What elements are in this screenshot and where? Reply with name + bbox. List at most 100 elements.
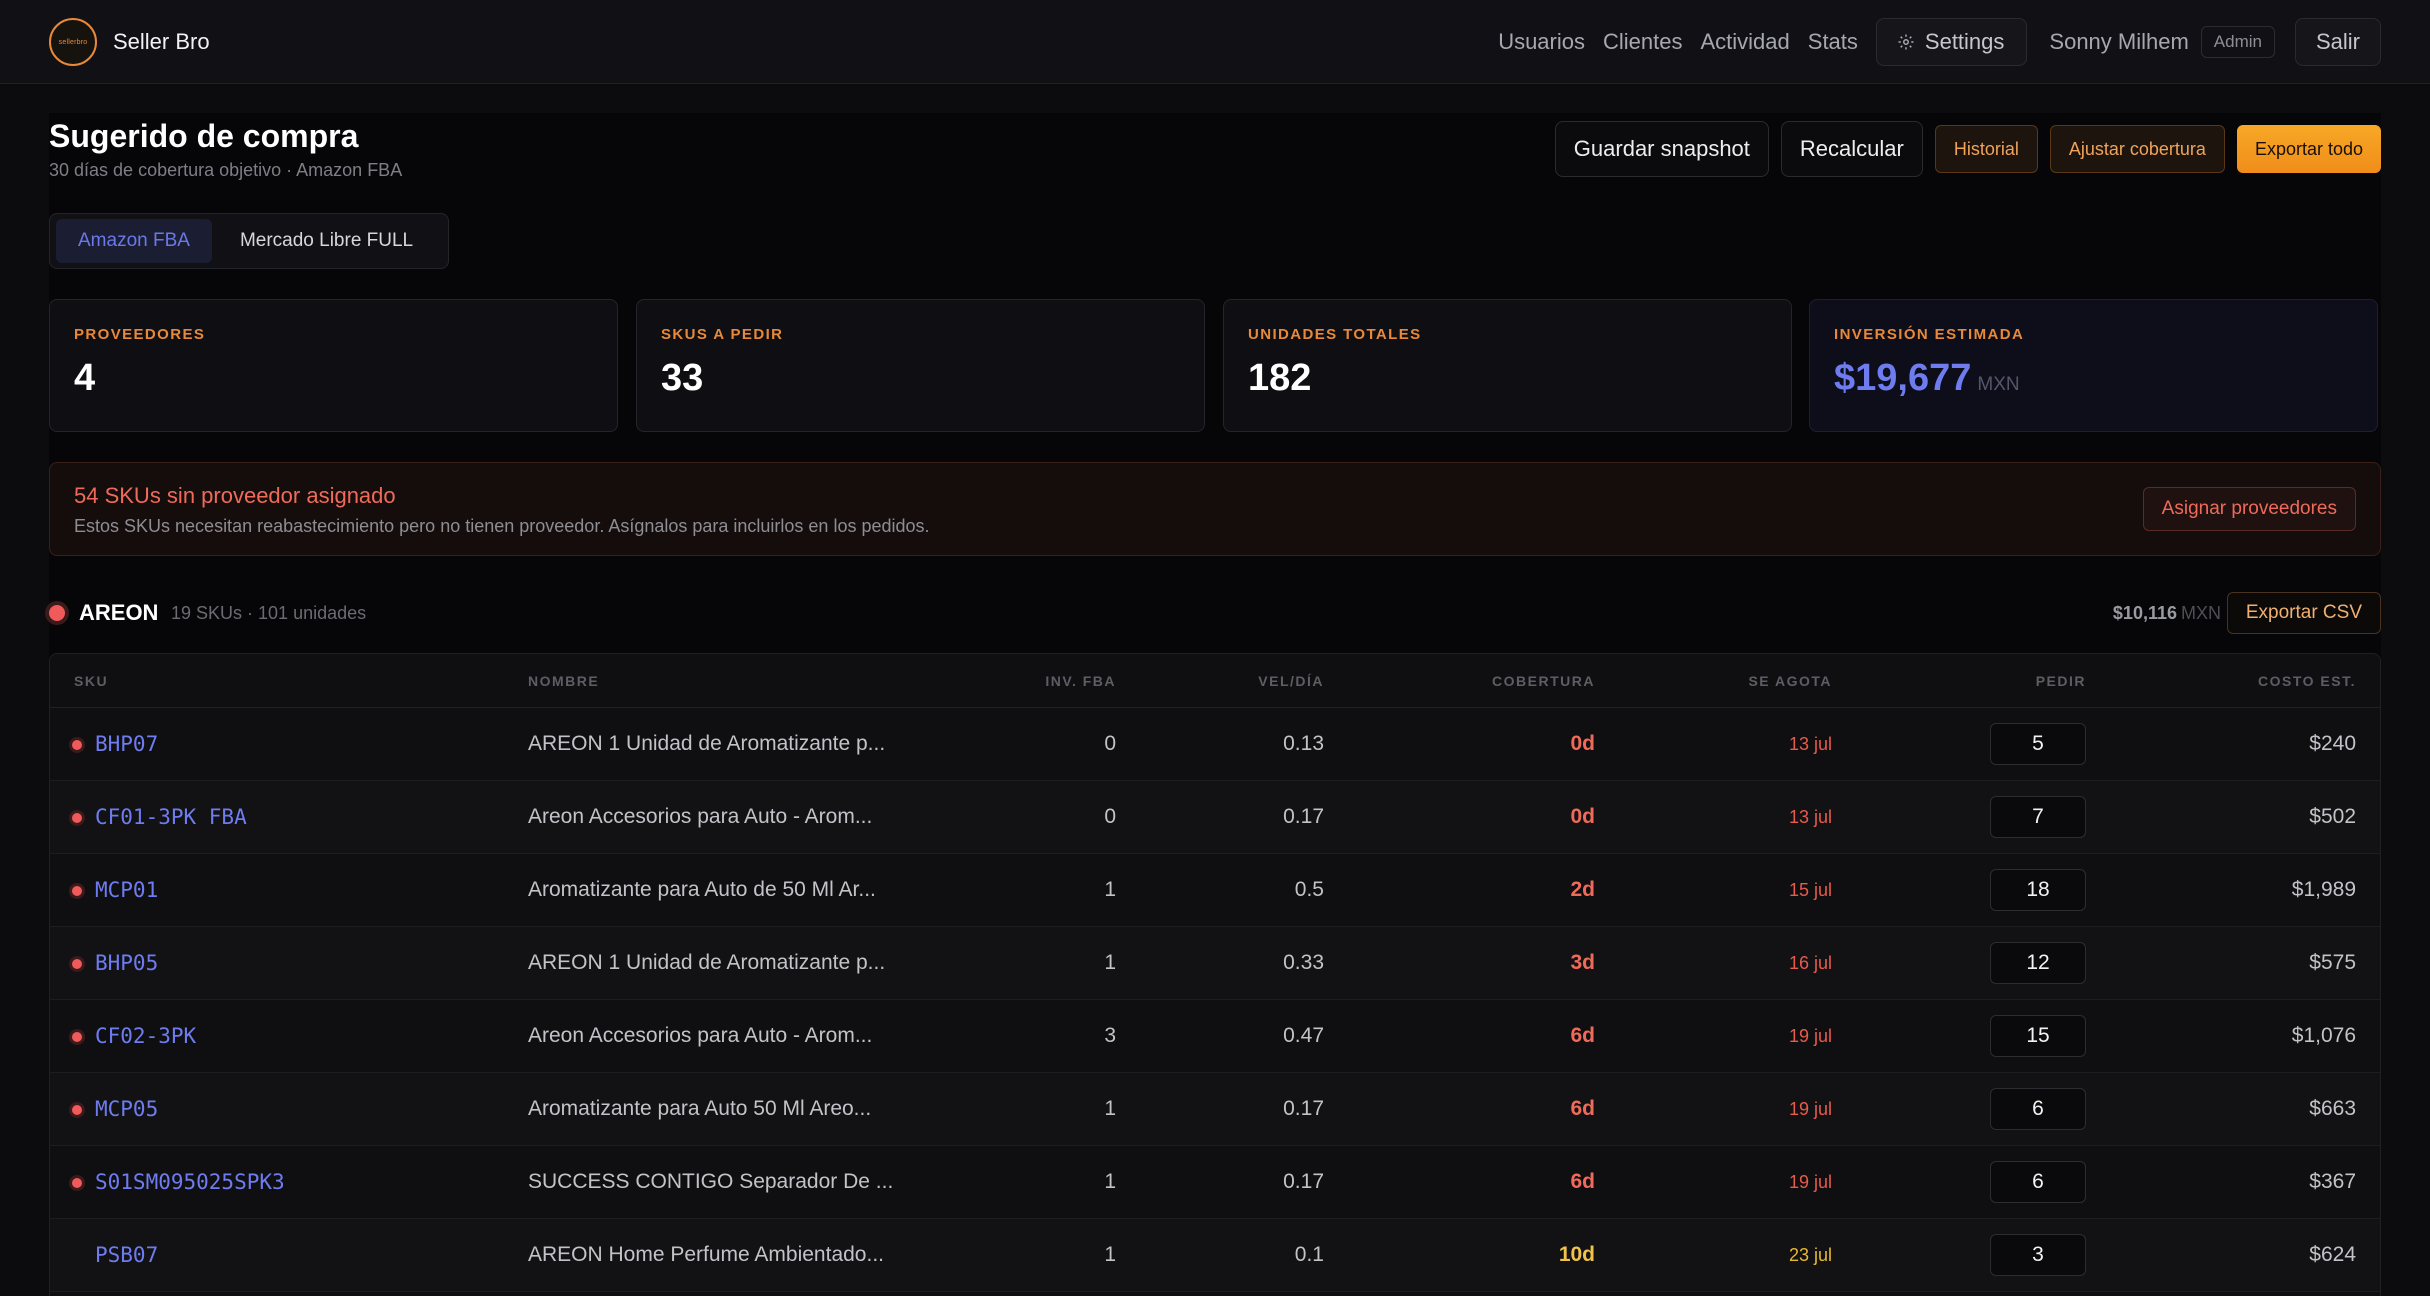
user-name: Sonny Milhem — [2049, 29, 2189, 54]
velocity: 0.5 — [1294, 878, 1324, 901]
urgent-dot — [72, 813, 82, 823]
table-row[interactable]: PSB07 AREON Home Perfume Ambientado... 1 0.… — [50, 1219, 2380, 1292]
nav-stats[interactable]: Stats — [1808, 29, 1858, 55]
table-row[interactable]: BHP05 AREON 1 Unidad de Aromatizante p...… — [50, 927, 2380, 1000]
inv-fba: 0 — [1104, 732, 1116, 755]
history-button[interactable]: Historial — [1934, 125, 2038, 173]
estimated-cost: $367 — [2309, 1170, 2356, 1193]
order-qty-input[interactable]: 6 — [1990, 1088, 2086, 1130]
settings-button[interactable]: Settings — [1875, 18, 2028, 66]
stat-unit: MXN — [1977, 374, 2020, 395]
inv-fba: 3 — [1104, 1024, 1116, 1047]
estimated-cost: $663 — [2309, 1097, 2356, 1120]
sku-link[interactable]: PSB07 — [95, 1243, 158, 1267]
save-snapshot-button[interactable]: Guardar snapshot — [1554, 121, 1769, 177]
order-qty-input[interactable]: 15 — [1990, 1015, 2086, 1057]
recalculate-button[interactable]: Recalcular — [1780, 121, 1923, 177]
product-name: AREON 1 Unidad de Aromatizante p... — [528, 951, 886, 974]
supplier-total-amount: $10,116 — [2112, 603, 2177, 623]
stat-label: PROVEEDORES — [74, 326, 206, 343]
product-name: Areon Accesorios para Auto - Arom... — [528, 1024, 873, 1047]
gear-icon — [1898, 34, 1914, 50]
suggestions-table: SKU NOMBRE INV. FBA VEL/DÍA COBERTURA SE… — [49, 653, 2381, 1296]
export-all-button[interactable]: Exportar todo — [2236, 125, 2381, 173]
velocity: 0.13 — [1283, 732, 1324, 755]
unassigned-alert: 54 SKUs sin proveedor asignado Estos SKU… — [49, 462, 2381, 556]
velocity: 0.17 — [1283, 1170, 1324, 1193]
supplier-meta: 19 SKUs · 101 unidades — [171, 603, 367, 623]
stat-amount: $19,677 — [1834, 357, 1972, 399]
logout-button[interactable]: Salir — [2294, 18, 2381, 66]
col-inv-fba[interactable]: INV. FBA — [1045, 673, 1116, 689]
sku-link[interactable]: CF01-3PK FBA — [95, 805, 247, 829]
order-qty-input[interactable]: 18 — [1990, 869, 2086, 911]
stat-card-inversion: INVERSIÓN ESTIMADA $19,677 MXN — [1809, 299, 2378, 432]
table-row[interactable]: MCP05 Aromatizante para Auto 50 Ml Areo..… — [50, 1073, 2380, 1146]
tab-amazon-fba[interactable]: Amazon FBA — [56, 219, 212, 263]
sku-link[interactable]: CF02-3PK — [95, 1024, 196, 1048]
stockout-date: 16 jul — [1788, 953, 1832, 973]
nav-actividad[interactable]: Actividad — [1700, 29, 1789, 55]
table-row[interactable]: CF02-3PK Areon Accesorios para Auto - Aro… — [50, 1000, 2380, 1073]
col-costo-est[interactable]: COSTO EST. — [2258, 673, 2356, 689]
alert-title: 54 SKUs sin proveedor asignado — [74, 483, 396, 508]
page-title: Sugerido de compra — [49, 118, 359, 154]
order-qty-input[interactable]: 3 — [1990, 1234, 2086, 1276]
order-qty-input[interactable]: 5 — [1990, 723, 2086, 765]
col-nombre[interactable]: NOMBRE — [528, 673, 599, 689]
brand[interactable]: sellerbro Seller Bro — [49, 18, 210, 66]
col-cobertura[interactable]: COBERTURA — [1492, 673, 1595, 689]
urgent-dot — [72, 1178, 82, 1188]
stat-value: 33 — [661, 357, 704, 399]
col-vel-dia[interactable]: VEL/DÍA — [1258, 673, 1324, 689]
order-qty-input[interactable]: 6 — [1990, 1161, 2086, 1203]
estimated-cost: $1,989 — [2291, 878, 2356, 901]
urgent-dot — [72, 886, 82, 896]
stat-label: UNIDADES TOTALES — [1248, 326, 1422, 343]
nav-clientes[interactable]: Clientes — [1603, 29, 1682, 55]
order-qty-input[interactable]: 7 — [1990, 796, 2086, 838]
product-name: SUCCESS CONTIGO Separador De ... — [528, 1170, 894, 1193]
table-row[interactable]: S01SM095025SPK3 SUCCESS CONTIGO Separador… — [50, 1146, 2380, 1219]
stockout-date: 13 jul — [1788, 734, 1832, 754]
stockout-date: 19 jul — [1788, 1026, 1832, 1046]
role-badge: Admin — [2200, 26, 2275, 58]
supplier-total-currency: MXN — [2181, 603, 2221, 623]
sku-link[interactable]: BHP05 — [95, 951, 158, 975]
inv-fba: 1 — [1104, 1170, 1116, 1193]
table-row[interactable]: CF01-3PK FBA Areon Accesorios para Auto -… — [50, 781, 2380, 854]
inv-fba: 0 — [1104, 805, 1116, 828]
sku-link[interactable]: S01SM095025SPK3 — [95, 1170, 285, 1194]
tab-mercado-libre-full[interactable]: Mercado Libre FULL — [218, 219, 435, 263]
order-qty-input[interactable]: 12 — [1990, 942, 2086, 984]
table-row[interactable]: MCP01 Aromatizante para Auto de 50 Ml Ar.… — [50, 854, 2380, 927]
estimated-cost: $575 — [2309, 951, 2356, 974]
sku-link[interactable]: MCP01 — [95, 878, 158, 902]
supplier-header: AREON 19 SKUs · 101 unidades $10,116 MXN … — [49, 592, 2381, 634]
stat-card-skus: SKUS A PEDIR 33 — [636, 299, 1205, 432]
product-name: Aromatizante para Auto 50 Ml Areo... — [528, 1097, 872, 1120]
stockout-date: 19 jul — [1788, 1099, 1832, 1119]
assign-suppliers-button[interactable]: Asignar proveedores — [2142, 487, 2356, 531]
export-csv-button[interactable]: Exportar CSV — [2226, 592, 2381, 634]
col-pedir[interactable]: PEDIR — [2036, 673, 2086, 689]
stockout-date: 19 jul — [1788, 1172, 1832, 1192]
inv-fba: 1 — [1104, 1243, 1116, 1266]
stat-value: 182 — [1248, 357, 1312, 399]
status-dot — [49, 605, 65, 621]
velocity: 0.17 — [1283, 1097, 1324, 1120]
stat-label: SKUS A PEDIR — [661, 326, 784, 343]
channel-tabs: Amazon FBA Mercado Libre FULL — [49, 213, 449, 269]
nav-usuarios[interactable]: Usuarios — [1498, 29, 1585, 55]
table-row[interactable]: BHP07 AREON 1 Unidad de Aromatizante p...… — [50, 708, 2380, 781]
alert-text: Estos SKUs necesitan reabastecimiento pe… — [74, 516, 930, 536]
coverage: 6d — [1570, 1170, 1595, 1193]
velocity: 0.1 — [1294, 1243, 1324, 1266]
sku-link[interactable]: MCP05 — [95, 1097, 158, 1121]
urgent-dot — [72, 959, 82, 969]
col-se-agota[interactable]: SE AGOTA — [1748, 673, 1832, 689]
sku-link[interactable]: BHP07 — [95, 732, 158, 756]
col-sku[interactable]: SKU — [74, 673, 108, 689]
adjust-coverage-button[interactable]: Ajustar cobertura — [2049, 125, 2225, 173]
brand-name: Seller Bro — [113, 29, 210, 54]
